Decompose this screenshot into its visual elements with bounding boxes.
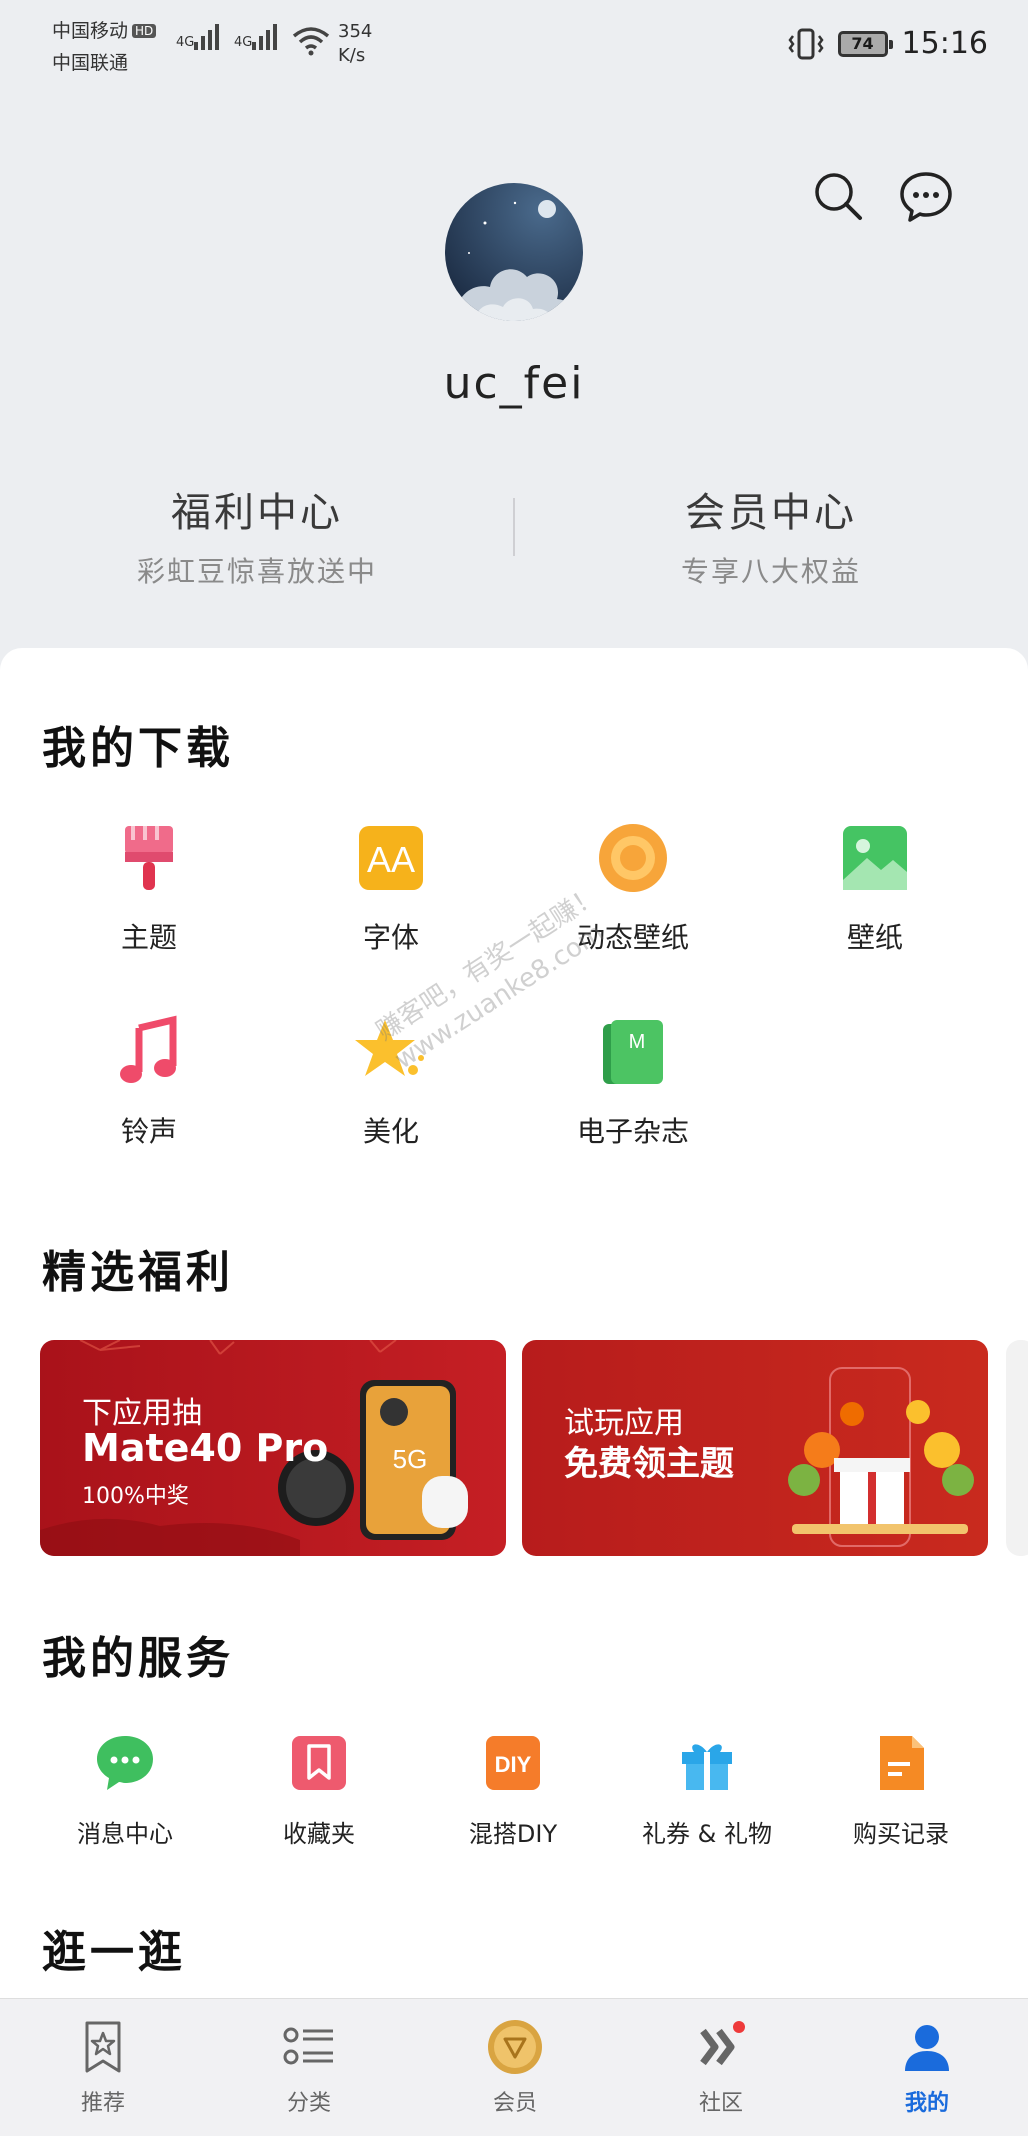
status-right: 74 15:16 — [787, 26, 988, 61]
download-item-theme[interactable]: 主题 — [28, 818, 270, 956]
welfare-center[interactable]: 福利中心 彩虹豆惊喜放送中 — [0, 480, 514, 590]
service-diy[interactable]: DIY 混搭DIY — [416, 1730, 610, 1849]
wallpaper-icon — [843, 826, 907, 890]
banner-line2: 免费领主题 — [564, 1444, 734, 1484]
item-label: 购买记录 — [853, 1820, 949, 1848]
message-icon[interactable] — [898, 168, 954, 224]
username[interactable]: uc_fei — [0, 358, 1028, 409]
diy-icon: DIY — [486, 1736, 540, 1790]
download-item-ringtone[interactable]: 铃声 — [28, 1012, 270, 1150]
gift-icon — [682, 1744, 732, 1790]
svg-text:M: M — [629, 1031, 646, 1053]
tab-recommend[interactable]: 推荐 — [0, 2017, 206, 2117]
banner-try-app[interactable]: 试玩应用 免费领主题 — [522, 1340, 988, 1556]
section-title-downloads: 我的下载 — [42, 723, 234, 774]
item-label: 电子杂志 — [576, 1115, 689, 1148]
service-coupons-gifts[interactable]: 礼券 & 礼物 — [610, 1730, 804, 1849]
section-title-services: 我的服务 — [42, 1633, 234, 1684]
promo-title: 福利中心 — [171, 490, 343, 536]
star-icon — [355, 1020, 424, 1076]
tab-label: 会员 — [492, 2091, 537, 2116]
bottom-tab-bar: 推荐 分类 会员 社区 我的 — [0, 1998, 1028, 2136]
item-label: 收藏夹 — [283, 1820, 355, 1848]
community-icon — [700, 2021, 745, 2066]
tab-label: 社区 — [698, 2091, 743, 2116]
download-item-beautify[interactable]: 美化 — [270, 1012, 512, 1150]
music-note-icon — [120, 1015, 177, 1083]
item-label: 主题 — [120, 921, 177, 954]
hd-badge: HD — [132, 24, 157, 38]
promo-title: 会员中心 — [685, 490, 857, 536]
item-label: 礼券 & 礼物 — [642, 1820, 772, 1848]
section-title-benefits: 精选福利 — [42, 1247, 234, 1298]
tab-label: 推荐 — [80, 2091, 125, 2116]
battery-icon: 74 — [837, 30, 893, 57]
service-message-center[interactable]: 消息中心 — [28, 1730, 222, 1849]
service-purchase-history[interactable]: 购买记录 — [804, 1730, 998, 1849]
download-item-font[interactable]: AA 字体 — [270, 818, 512, 956]
tab-category[interactable]: 分类 — [206, 2017, 412, 2117]
banner-next-peek[interactable] — [1006, 1340, 1028, 1556]
notification-dot — [733, 2021, 745, 2033]
download-item-live-wallpaper[interactable]: 动态壁纸 — [512, 818, 754, 956]
avatar[interactable] — [445, 183, 583, 321]
document-icon — [880, 1736, 924, 1790]
vibrate-icon — [787, 28, 824, 59]
clock: 15:16 — [901, 26, 988, 61]
tab-member[interactable]: 会员 — [412, 2017, 618, 2117]
chat-bubble-icon — [97, 1736, 153, 1790]
carrier-2: 中国联通 — [52, 52, 129, 74]
tab-mine[interactable]: 我的 — [824, 2017, 1028, 2117]
item-label: 动态壁纸 — [576, 921, 689, 954]
service-favorites[interactable]: 收藏夹 — [222, 1730, 416, 1849]
item-label: 消息中心 — [77, 1820, 173, 1848]
download-item-magazine[interactable]: M 电子杂志 — [512, 1012, 754, 1150]
section-title-explore: 逛一逛 — [42, 1927, 186, 1978]
bookmark-icon — [292, 1736, 346, 1790]
signal-bars-icon — [194, 22, 220, 50]
magazine-icon: M — [603, 1020, 663, 1084]
signal-bars-icon — [252, 22, 278, 50]
person-icon — [905, 2025, 949, 2071]
banner-line3: 100%中奖 — [82, 1484, 189, 1509]
promo-subtitle: 彩虹豆惊喜放送中 — [136, 555, 377, 588]
live-wallpaper-icon — [599, 824, 667, 892]
item-label: 混搭DIY — [468, 1820, 558, 1848]
banner-mate40[interactable]: 5G 下应用抽 Mate40 Pro 100%中奖 — [40, 1340, 506, 1556]
item-label: 字体 — [362, 921, 419, 954]
item-label: 铃声 — [120, 1115, 177, 1148]
member-center[interactable]: 会员中心 专享八大权益 — [514, 480, 1028, 590]
signal-2: 4G — [234, 22, 278, 50]
search-icon[interactable] — [810, 168, 866, 224]
promo-subtitle: 专享八大权益 — [680, 555, 861, 588]
svg-text:AA: AA — [367, 839, 415, 880]
member-coin-icon — [488, 2020, 542, 2074]
download-item-wallpaper[interactable]: 壁纸 — [754, 818, 996, 956]
signal-1: 4G — [176, 22, 220, 50]
banner-line2: Mate40 Pro — [82, 1426, 329, 1470]
svg-text:5G: 5G — [393, 1444, 428, 1474]
tab-label: 分类 — [286, 2091, 331, 2116]
brush-icon — [125, 826, 173, 890]
svg-text:DIY: DIY — [495, 1752, 532, 1777]
item-label: 壁纸 — [846, 921, 903, 954]
item-label: 美化 — [362, 1115, 419, 1148]
wifi-icon — [292, 27, 330, 56]
network-speed: 354 K/s — [338, 21, 373, 66]
tab-community[interactable]: 社区 — [618, 2017, 824, 2117]
tab-label: 我的 — [904, 2091, 949, 2116]
list-icon — [283, 2027, 333, 2065]
star-bookmark-icon — [85, 2021, 121, 2073]
carrier-1: 中国移动 HD — [52, 16, 157, 43]
status-bar: 中国移动 HD 中国联通 4G 4G 354 K/s 74 15:16 — [0, 0, 1028, 90]
font-icon: AA — [359, 826, 423, 890]
